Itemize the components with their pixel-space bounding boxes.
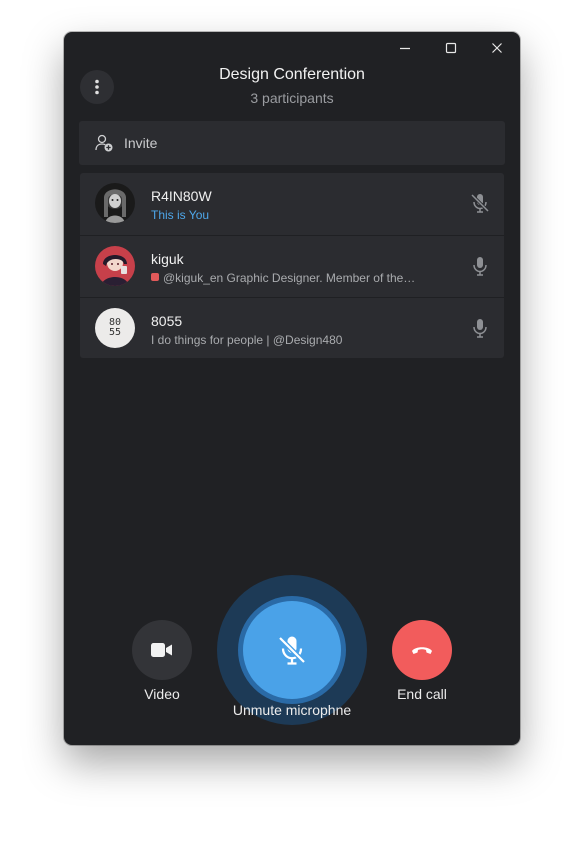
invite-button[interactable]: Invite bbox=[79, 121, 505, 165]
maximize-icon bbox=[445, 42, 457, 54]
call-window: Design Conferention 3 participants Invit… bbox=[64, 32, 520, 745]
participants-count: 3 participants bbox=[250, 90, 334, 106]
video-label: Video bbox=[144, 686, 180, 702]
unmute-label: Unmute microphne bbox=[232, 702, 352, 718]
invite-label: Invite bbox=[124, 135, 158, 151]
close-button[interactable] bbox=[474, 32, 520, 64]
participant-status: I do things for people | @Design480 bbox=[151, 333, 343, 347]
mic-off-icon bbox=[278, 636, 306, 665]
participants-list: R4IN80W This is You kiguk @kiguk_en Grap… bbox=[80, 173, 504, 358]
call-title: Design Conferention bbox=[219, 66, 365, 83]
participant-status-text: @kiguk_en Graphic Designer. Member of th… bbox=[163, 271, 416, 285]
avatar bbox=[95, 183, 135, 223]
participant-status: This is You bbox=[151, 208, 210, 222]
avatar: 80 55 bbox=[95, 308, 135, 348]
end-call-label: End call bbox=[397, 686, 447, 702]
emoji-badge-icon bbox=[151, 273, 159, 281]
hang-up-icon bbox=[412, 647, 432, 654]
participant-name: kiguk bbox=[151, 251, 184, 267]
participant-name: R4IN80W bbox=[151, 188, 212, 204]
participant-row[interactable]: 80 55 8055 I do things for people | @Des… bbox=[80, 297, 504, 358]
end-call-button[interactable] bbox=[392, 620, 452, 680]
video-camera-icon bbox=[151, 643, 172, 657]
mic-icon[interactable] bbox=[468, 316, 492, 340]
video-button[interactable] bbox=[132, 620, 192, 680]
unmute-microphone-button[interactable] bbox=[243, 601, 341, 699]
avatar bbox=[95, 246, 135, 286]
mic-icon[interactable] bbox=[468, 254, 492, 278]
participant-row[interactable]: kiguk @kiguk_en Graphic Designer. Member… bbox=[80, 235, 504, 297]
minimize-icon bbox=[400, 47, 410, 50]
mic-off-icon[interactable] bbox=[468, 191, 492, 215]
avatar-text-bottom: 55 bbox=[108, 327, 122, 338]
minimize-button[interactable] bbox=[382, 32, 428, 64]
maximize-button[interactable] bbox=[428, 32, 474, 64]
participant-row[interactable]: R4IN80W This is You bbox=[80, 173, 504, 234]
add-person-icon bbox=[95, 134, 113, 152]
close-icon bbox=[492, 43, 502, 53]
participant-status: @kiguk_en Graphic Designer. Member of th… bbox=[151, 271, 451, 285]
participant-name: 8055 bbox=[151, 313, 183, 329]
